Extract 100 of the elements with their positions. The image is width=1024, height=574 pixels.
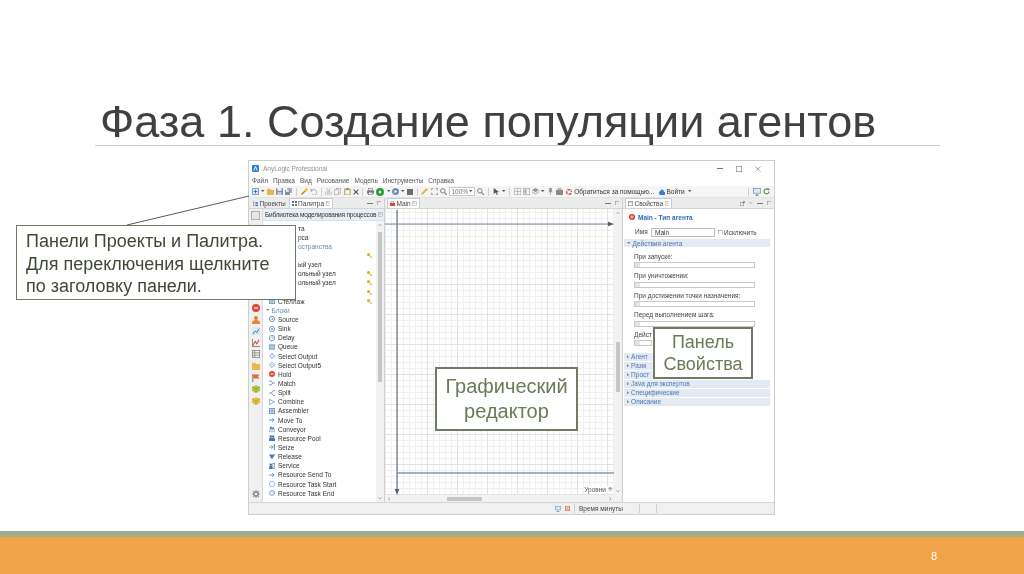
caret-icon[interactable]	[501, 190, 506, 193]
callout: Графический редактор	[435, 367, 578, 431]
circle-icon	[269, 490, 275, 497]
chevron-down-icon[interactable]	[616, 489, 620, 492]
grid-icon	[269, 407, 275, 414]
cross-icon[interactable]	[352, 188, 359, 195]
scrollbar-thumb[interactable]	[378, 232, 382, 382]
dash-circle-icon[interactable]	[251, 304, 260, 312]
magnifier-icon[interactable]	[439, 188, 447, 195]
close-icon[interactable]	[378, 212, 383, 217]
circle-icon	[269, 481, 275, 487]
callout: Панели Проекты и Палитра. Для переключения щелкните по заголовку панели.	[16, 225, 296, 300]
squares-icon	[291, 201, 297, 206]
slide-title: Фаза 1. Создание популяции агентов	[100, 99, 877, 144]
conveyor-icon	[269, 426, 275, 433]
fork-lines-icon	[269, 389, 275, 396]
close-icon[interactable]	[412, 201, 417, 206]
grid-icon[interactable]	[513, 188, 521, 195]
chevron-up-icon[interactable]	[378, 224, 382, 227]
plus-square-icon[interactable]	[252, 188, 259, 195]
caret-icon[interactable]	[401, 190, 405, 193]
cube-icon[interactable]	[251, 396, 260, 405]
input-field[interactable]	[634, 301, 755, 307]
caret-icon	[266, 309, 270, 312]
floppy-icon[interactable]	[276, 188, 284, 195]
scrollbar-thumb[interactable]	[447, 496, 482, 501]
corners-icon[interactable]	[430, 188, 438, 195]
cube-icon[interactable]	[251, 385, 260, 394]
square-icon[interactable]	[251, 211, 260, 220]
merge-lines-icon	[269, 380, 275, 387]
input-field[interactable]	[634, 281, 755, 288]
curved-arrow-icon[interactable]	[309, 188, 317, 195]
chevron-down-icon[interactable]	[378, 496, 382, 499]
maximize-icon[interactable]	[376, 200, 381, 206]
scissors-icon[interactable]	[325, 188, 333, 195]
floppies-icon[interactable]	[285, 188, 293, 195]
refresh-icon[interactable]	[763, 188, 770, 195]
caret-icon[interactable]	[541, 190, 545, 193]
wand-icon[interactable]	[300, 188, 308, 195]
chevron-right-icon[interactable]	[608, 496, 611, 501]
close-icon[interactable]	[325, 201, 330, 206]
lock-icon	[390, 201, 395, 206]
ring-icon	[629, 214, 635, 220]
callout: Панель Свойства	[653, 327, 753, 379]
line-chart-icon[interactable]	[251, 338, 260, 347]
caret-icon[interactable]	[386, 190, 390, 193]
briefcase-icon[interactable]	[556, 188, 564, 195]
stop-icon[interactable]	[407, 188, 414, 195]
dash-circle-icon	[269, 371, 275, 378]
caret-icon	[469, 190, 473, 193]
people-icon	[269, 435, 275, 442]
layers-icon	[607, 487, 612, 492]
circle-cross-icon	[269, 325, 275, 332]
play-circle-icon[interactable]	[376, 187, 385, 196]
play-circle-icon[interactable]	[392, 188, 400, 195]
person-box-icon	[269, 462, 275, 469]
clipboard-icon[interactable]	[343, 188, 351, 195]
folder-icon[interactable]	[251, 361, 260, 370]
close-icon[interactable]	[755, 165, 761, 172]
person-icon[interactable]	[251, 315, 260, 324]
input-field[interactable]	[634, 320, 755, 327]
minimize-icon[interactable]	[366, 202, 373, 204]
pages-icon[interactable]	[334, 188, 342, 195]
caret-icon[interactable]	[261, 190, 265, 193]
minimize-icon[interactable]	[756, 202, 763, 204]
arrow-icon	[269, 417, 275, 423]
document-icon[interactable]	[565, 506, 570, 511]
monitor-icon[interactable]	[752, 187, 761, 196]
printer-icon[interactable]	[367, 188, 375, 195]
arrow-icon	[269, 471, 275, 478]
input-field[interactable]	[634, 340, 652, 346]
pencil-icon[interactable]	[421, 188, 429, 195]
maximize-icon[interactable]	[736, 165, 742, 172]
line-chart-icon[interactable]	[251, 327, 260, 336]
circle-arrow-icon	[269, 316, 275, 323]
window-arrow-icon[interactable]	[740, 200, 745, 206]
page-number: 8	[930, 549, 937, 562]
bars-icon	[269, 343, 275, 350]
maximize-icon[interactable]	[614, 200, 619, 206]
window-icon	[628, 201, 633, 206]
triangle-down-icon[interactable]	[749, 201, 753, 205]
close-icon[interactable]	[664, 201, 670, 206]
clock-icon	[269, 334, 275, 341]
caret-icon	[627, 241, 631, 245]
flag-icon[interactable]	[251, 373, 260, 382]
app-logo-icon	[252, 165, 259, 172]
gear-icon[interactable]	[251, 490, 260, 498]
maximize-icon[interactable]	[766, 200, 771, 206]
minimize-icon[interactable]	[604, 202, 611, 204]
frame-icon[interactable]	[522, 188, 530, 195]
scrollbar-thumb[interactable]	[616, 342, 620, 392]
checkbox[interactable]	[718, 229, 723, 235]
chevron-up-icon[interactable]	[616, 212, 620, 215]
pointer-icon[interactable]	[492, 188, 500, 195]
triangle-down-icon	[269, 453, 275, 460]
input-field[interactable]	[634, 262, 755, 268]
magnifier-icon[interactable]	[477, 188, 485, 195]
monitor-icon[interactable]	[555, 505, 561, 512]
table-icon[interactable]	[251, 350, 260, 359]
caret-icon[interactable]	[687, 190, 692, 193]
